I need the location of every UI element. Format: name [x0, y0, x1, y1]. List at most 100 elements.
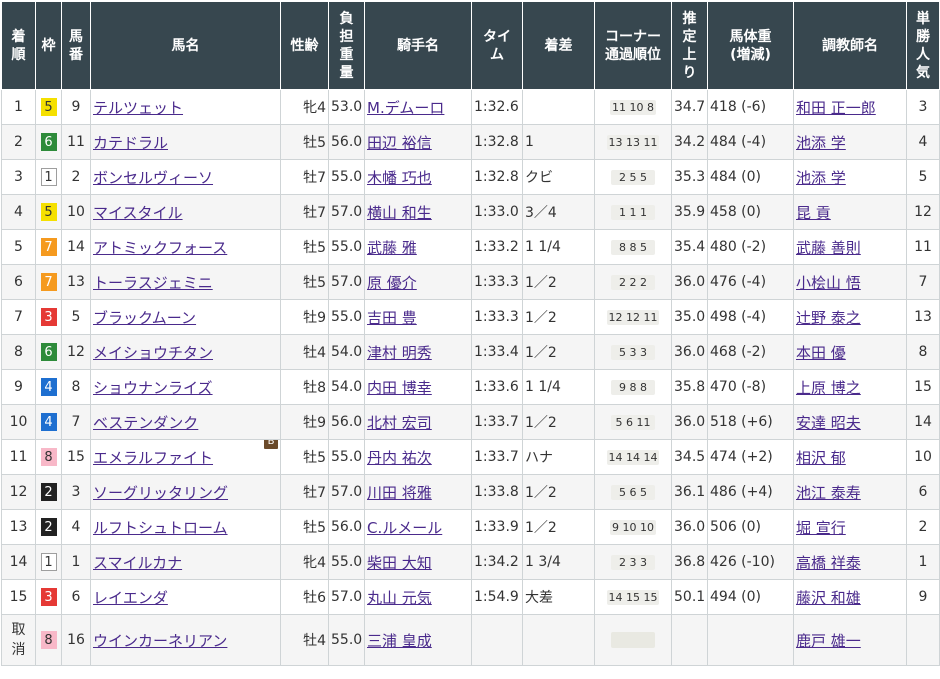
jockey-link[interactable]: 木幡 巧也	[367, 169, 432, 187]
horse-name-link[interactable]: スマイルカナ	[93, 554, 182, 572]
horse-name-link[interactable]: ルフトシュトローム	[93, 519, 228, 537]
jockey-link[interactable]: C.ルメール	[367, 519, 442, 537]
header-bodyweight-label: 馬体重 (増減)	[729, 28, 772, 63]
table-row: 10 4 7 ベステンダンク 牡9 56.0 北村 宏司 1:33.7 1／2 5 6 11 36.…	[1, 404, 940, 440]
horse-name-link[interactable]: ブラックムーン	[93, 309, 196, 327]
header-jockey[interactable]: 騎手名	[364, 1, 472, 90]
horse-name-link[interactable]: アトミックフォース	[93, 239, 227, 257]
waku-badge: 5	[40, 203, 57, 221]
umaban-cell: 16	[61, 614, 91, 666]
horse-name-link[interactable]: トーラスジェミニ	[93, 274, 213, 292]
jockey-link[interactable]: 武藤 雅	[367, 239, 417, 257]
rank-cell: 9	[1, 369, 36, 405]
trainer-link[interactable]: 安達 昭夫	[796, 414, 861, 432]
weight-cell: 57.0	[328, 264, 365, 300]
horse-name-link[interactable]: ショウナンライズ	[93, 379, 213, 397]
popularity-cell: 1	[906, 544, 940, 580]
trainer-link[interactable]: 藤沢 和雄	[796, 589, 861, 607]
trainer-link[interactable]: 相沢 郁	[796, 449, 846, 467]
horse-name-link[interactable]: ウインカーネリアン	[93, 632, 227, 650]
last3f-cell: 36.0	[671, 404, 708, 440]
horse-name-link[interactable]: ベステンダンク	[93, 414, 198, 432]
trainer-link[interactable]: 武藤 善則	[796, 239, 861, 257]
horse-name-link[interactable]: エメラルファイト	[93, 449, 213, 467]
trainer-cell: 相沢 郁	[793, 439, 907, 475]
horse-name-link[interactable]: ボンセルヴィーソ	[93, 169, 213, 187]
jockey-link[interactable]: 原 優介	[367, 274, 417, 292]
header-rank[interactable]: 着 順	[1, 1, 36, 90]
trainer-link[interactable]: 上原 博之	[796, 379, 861, 397]
sexage-cell: 牡7	[280, 474, 329, 510]
trainer-cell: 池江 泰寿	[793, 474, 907, 510]
table-row: 13 2 4 ルフトシュトローム 牡5 56.0 C.ルメール 1:33.9 1／2 9 10 1…	[1, 509, 940, 545]
jockey-link[interactable]: 柴田 大知	[367, 554, 432, 572]
corner-cell: 8 8 5	[594, 229, 672, 265]
jockey-link[interactable]: 横山 和生	[367, 204, 432, 222]
horse-name-link[interactable]: レイエンダ	[93, 589, 168, 607]
jockey-link[interactable]: 北村 宏司	[367, 414, 432, 432]
header-popularity-label: 単 勝 人 気	[916, 10, 930, 81]
time-cell	[471, 614, 523, 666]
jockey-link[interactable]: 津村 明秀	[367, 344, 432, 362]
trainer-link[interactable]: 池添 学	[796, 134, 846, 152]
header-sexage[interactable]: 性齢	[280, 1, 329, 90]
bodyweight-cell: 484 (-4)	[707, 124, 794, 160]
header-weight[interactable]: 負 担 重 量	[328, 1, 365, 90]
trainer-link[interactable]: 池添 学	[796, 169, 846, 187]
horse-cell: ブラックムーン	[90, 299, 281, 335]
jockey-link[interactable]: 内田 博幸	[367, 379, 432, 397]
time-cell: 1:32.8	[471, 159, 523, 195]
horse-name-link[interactable]: カテドラル	[93, 134, 168, 152]
trainer-link[interactable]: 鹿戸 雄一	[796, 632, 861, 650]
jockey-link[interactable]: 丹内 祐次	[367, 449, 432, 467]
trainer-link[interactable]: 小桧山 悟	[796, 274, 861, 292]
horse-name-link[interactable]: ソーグリッタリング	[93, 484, 228, 502]
jockey-link[interactable]: 川田 将雅	[367, 484, 432, 502]
header-waku[interactable]: 枠	[35, 1, 62, 90]
horse-name-link[interactable]: テルツェット	[93, 99, 183, 117]
popularity-cell: 9	[906, 579, 940, 615]
corner-positions: 8 8 5	[611, 240, 655, 255]
trainer-link[interactable]: 堀 宣行	[796, 519, 846, 537]
waku-cell: 8	[35, 439, 62, 475]
waku-badge: 3	[40, 308, 57, 326]
time-cell: 1:34.2	[471, 544, 523, 580]
header-trainer[interactable]: 調教師名	[793, 1, 907, 90]
horse-cell: レイエンダ	[90, 579, 281, 615]
header-umaban[interactable]: 馬 番	[61, 1, 91, 90]
last3f-cell: 36.1	[671, 474, 708, 510]
trainer-link[interactable]: 昆 貢	[796, 204, 831, 222]
table-row: 4 5 10 マイスタイル 牡7 57.0 横山 和生 1:33.0 3／4 1 1 1 35.9 4…	[1, 194, 940, 230]
header-last3f[interactable]: 推 定 上 り	[671, 1, 708, 90]
waku-badge: 7	[40, 238, 57, 256]
popularity-cell: 14	[906, 404, 940, 440]
waku-cell: 3	[35, 579, 62, 615]
horse-name-link[interactable]: メイショウチタン	[93, 344, 213, 362]
header-popularity[interactable]: 単 勝 人 気	[906, 1, 940, 90]
jockey-link[interactable]: 丸山 元気	[367, 589, 432, 607]
trainer-link[interactable]: 高橋 祥泰	[796, 554, 861, 572]
horse-name-link[interactable]: マイスタイル	[93, 204, 183, 222]
last3f-cell: 34.5	[671, 439, 708, 475]
jockey-link[interactable]: M.デムーロ	[367, 99, 444, 117]
trainer-link[interactable]: 池江 泰寿	[796, 484, 861, 502]
popularity-cell: 10	[906, 439, 940, 475]
header-horse[interactable]: 馬名	[90, 1, 281, 90]
header-jockey-label: 騎手名	[397, 37, 439, 54]
jockey-link[interactable]: 吉田 豊	[367, 309, 417, 327]
jockey-cell: 原 優介	[364, 264, 472, 300]
jockey-link[interactable]: 田辺 裕信	[367, 134, 432, 152]
trainer-link[interactable]: 和田 正一郎	[796, 99, 876, 117]
trainer-link[interactable]: 辻野 泰之	[796, 309, 861, 327]
umaban-cell: 5	[61, 299, 91, 335]
jockey-link[interactable]: 三浦 皇成	[367, 632, 432, 650]
header-time[interactable]: タイ ム	[471, 1, 523, 90]
trainer-link[interactable]: 本田 優	[796, 344, 846, 362]
header-bodyweight[interactable]: 馬体重 (増減)	[707, 1, 794, 90]
last3f-cell: 36.0	[671, 334, 708, 370]
umaban-cell: 2	[61, 159, 91, 195]
table-row: 15 3 6 レイエンダ 牡6 57.0 丸山 元気 1:54.9 大差 14 15 15 50.1…	[1, 579, 940, 615]
header-corner[interactable]: コーナー 通過順位	[594, 1, 672, 90]
header-margin[interactable]: 着差	[522, 1, 595, 90]
waku-cell: 4	[35, 404, 62, 440]
